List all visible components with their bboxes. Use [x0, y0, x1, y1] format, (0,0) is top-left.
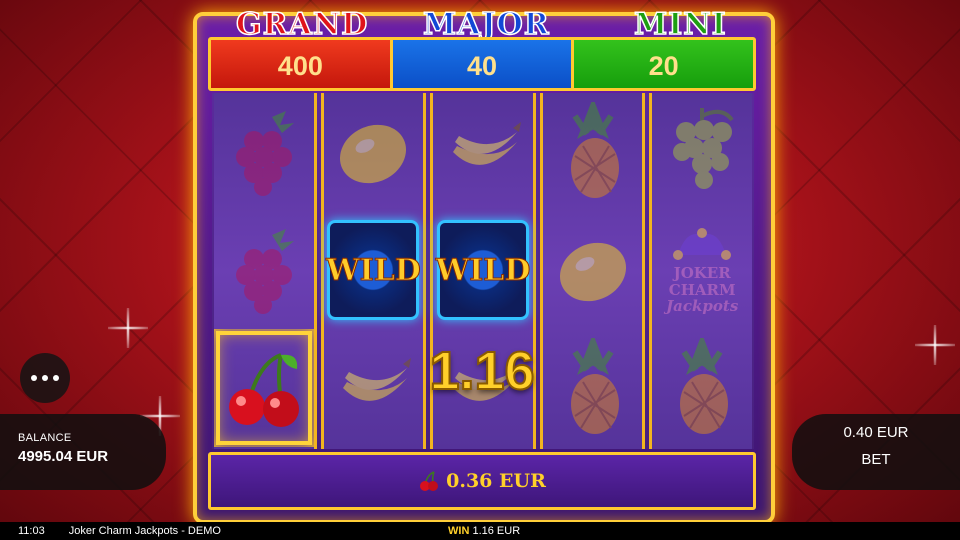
wild-symbol: WILD	[433, 211, 533, 329]
cherry-icon	[420, 471, 439, 491]
lemon-icon	[324, 93, 424, 211]
reel-1	[214, 93, 317, 449]
status-win-label: WIN	[448, 525, 470, 537]
reel-2: WILD	[320, 93, 427, 449]
pineapple-icon	[543, 93, 643, 211]
bet-button[interactable]: 0.40 EUR BET	[792, 414, 960, 490]
joker-logo: JOKER CHARM Jackpots	[652, 211, 752, 329]
status-win-value: 1.16 EUR	[472, 525, 521, 537]
more-dots-icon	[31, 375, 37, 381]
pineapple-icon	[652, 329, 752, 447]
more-dots-icon	[42, 375, 48, 381]
win-line-amount: 0.36 EUR	[446, 470, 546, 492]
balance-panel: BALANCE 4995.04 EUR	[0, 414, 166, 490]
balance-value: 4995.04 EUR	[18, 448, 109, 465]
major-jackpot-value: 40	[392, 40, 575, 88]
wild-symbol: WILD	[324, 211, 424, 329]
grand-jackpot-value: 400	[211, 40, 393, 88]
win-line-bar: 0.36 EUR	[208, 452, 756, 510]
menu-button[interactable]	[20, 353, 70, 403]
game-title: Joker Charm Jackpots - DEMO	[68, 525, 221, 537]
sparkle-icon	[108, 308, 148, 348]
mini-jackpot-value: 20	[574, 40, 753, 88]
raspberry-icon	[214, 211, 314, 329]
clock: 11:03	[18, 525, 45, 537]
banana-icon	[433, 93, 533, 211]
pineapple-icon	[543, 329, 643, 447]
cherry-icon	[214, 329, 314, 447]
bet-value: 0.40 EUR	[843, 424, 909, 441]
reel-5: JOKER CHARM Jackpots	[649, 93, 752, 449]
status-bar: 11:03 Joker Charm Jackpots - DEMO WIN 1.…	[0, 522, 960, 540]
lemon-icon	[543, 211, 643, 329]
sparkle-icon	[915, 325, 955, 365]
win-amount: 1.16	[428, 340, 535, 402]
banana-icon	[324, 329, 424, 447]
bet-label: BET	[861, 451, 891, 468]
balance-label: BALANCE	[18, 432, 72, 444]
more-dots-icon	[53, 375, 59, 381]
raspberry-icon	[214, 93, 314, 211]
jackpot-bar: 400 40 20	[208, 37, 756, 91]
reel-4	[539, 93, 646, 449]
grapes-icon	[652, 93, 752, 211]
status-win: WIN 1.16 EUR	[448, 525, 520, 537]
